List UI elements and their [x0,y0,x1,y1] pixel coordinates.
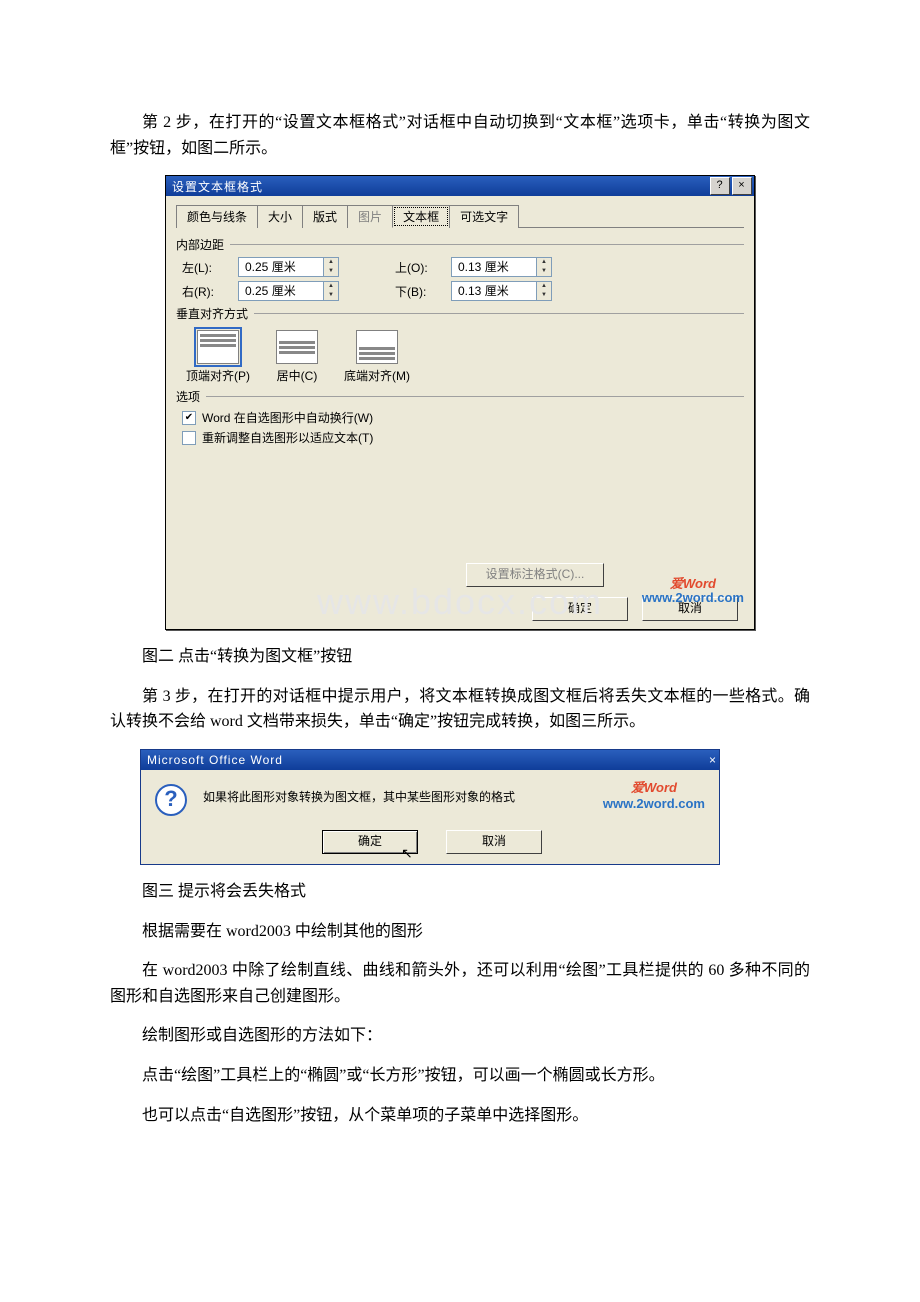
spin-up-icon[interactable] [537,258,551,267]
tab-color-lines[interactable]: 颜色与线条 [176,205,258,228]
dialog-format-textbox: 设置文本框格式 ? × 颜色与线条 大小 版式 图片 文本框 可选文字 内部边距… [165,175,755,630]
spin-down-icon[interactable] [324,291,338,300]
spinner-top[interactable]: 0.13 厘米 [451,257,552,277]
spinner-left[interactable]: 0.25 厘米 [238,257,339,277]
cursor-icon: ↖ [401,845,413,862]
help-button[interactable]: ? [710,177,730,195]
cancel-button[interactable]: 取消 [446,830,542,854]
tab-layout[interactable]: 版式 [302,205,348,228]
dialog-tabs: 颜色与线条 大小 版式 图片 文本框 可选文字 [176,204,744,228]
paragraph-step2: 第 2 步，在打开的“设置文本框格式”对话框中自动切换到“文本框”选项卡，单击“… [110,110,810,161]
messagebox-text: 如果将此图形对象转换为图文框，其中某些图形对象的格式 [203,784,515,805]
paragraph-4: 在 word2003 中除了绘制直线、曲线和箭头外，还可以利用“绘图”工具栏提供… [110,958,810,1009]
paragraph-step3: 第 3 步，在打开的对话框中提示用户，将文本框转换成图文框后将丢失文本框的一些格… [110,684,810,735]
tab-size[interactable]: 大小 [257,205,303,228]
spin-down-icon[interactable] [537,267,551,276]
checkbox-resize-label: 重新调整自选图形以适应文本(T) [202,429,373,446]
tab-alttext[interactable]: 可选文字 [449,205,519,228]
valign-middle-label: 居中(C) [277,369,318,383]
group-inner-margin: 内部边距 [176,236,744,253]
spin-up-icon[interactable] [537,282,551,291]
close-button[interactable]: × [709,753,717,767]
watermark-overlay: 爱Word www.2word.com [603,780,705,811]
figure-2: Microsoft Office Word × ? 如果将此图形对象转换为图文框… [140,749,720,865]
figure-2-caption: 图三 提示将会丢失格式 [110,879,810,905]
spin-down-icon[interactable] [537,291,551,300]
value-left: 0.25 厘米 [239,258,323,276]
paragraph-6: 点击“绘图”工具栏上的“椭圆”或“长方形”按钮，可以画一个椭圆或长方形。 [110,1063,810,1089]
messagebox-title: Microsoft Office Word [147,753,283,767]
value-right: 0.25 厘米 [239,282,323,300]
label-left: 左(L): [182,259,234,276]
checkbox-wrap[interactable]: Word 在自选图形中自动换行(W) [182,409,744,426]
value-top: 0.13 厘米 [452,258,536,276]
valign-bottom-option[interactable]: 底端对齐(M) [344,330,410,384]
question-icon: ? [155,784,187,816]
group-vertical-align: 垂直对齐方式 [176,305,744,322]
paragraph-5: 绘制图形或自选图形的方法如下： [110,1023,810,1049]
tab-textbox[interactable]: 文本框 [392,205,450,228]
ok-button[interactable]: 确定 [532,597,628,621]
valign-top-option[interactable]: 顶端对齐(P) [186,330,250,384]
spin-up-icon[interactable] [324,282,338,291]
tab-picture: 图片 [347,205,393,228]
valign-top-label: 顶端对齐(P) [186,369,250,383]
checkbox-icon [182,431,196,445]
checkbox-wrap-label: Word 在自选图形中自动换行(W) [202,409,373,426]
dialog-title: 设置文本框格式 [172,178,263,195]
callout-format-button: 设置标注格式(C)... [466,563,604,587]
spin-up-icon[interactable] [324,258,338,267]
value-bottom: 0.13 厘米 [452,282,536,300]
messagebox-titlebar: Microsoft Office Word × [141,750,719,770]
label-right: 右(R): [182,283,234,300]
valign-middle-option[interactable]: 居中(C) [276,330,318,384]
group-options: 选项 [176,388,744,405]
dialog-messagebox: Microsoft Office Word × ? 如果将此图形对象转换为图文框… [140,749,720,865]
spinner-bottom[interactable]: 0.13 厘米 [451,281,552,301]
dialog-titlebar: 设置文本框格式 ? × [166,176,754,196]
figure-1-caption: 图二 点击“转换为图文框”按钮 [110,644,810,670]
checkbox-resize[interactable]: 重新调整自选图形以适应文本(T) [182,429,744,446]
checkbox-icon [182,411,196,425]
close-button[interactable]: × [732,177,752,195]
paragraph-3: 根据需要在 word2003 中绘制其他的图形 [110,919,810,945]
cancel-button[interactable]: 取消 [642,597,738,621]
spin-down-icon[interactable] [324,267,338,276]
paragraph-7: 也可以点击“自选图形”按钮，从个菜单项的子菜单中选择图形。 [110,1103,810,1129]
figure-1: 设置文本框格式 ? × 颜色与线条 大小 版式 图片 文本框 可选文字 内部边距… [165,175,755,630]
valign-bottom-label: 底端对齐(M) [344,369,410,383]
label-top: 上(O): [395,259,447,276]
label-bottom: 下(B): [395,283,447,300]
spinner-right[interactable]: 0.25 厘米 [238,281,339,301]
